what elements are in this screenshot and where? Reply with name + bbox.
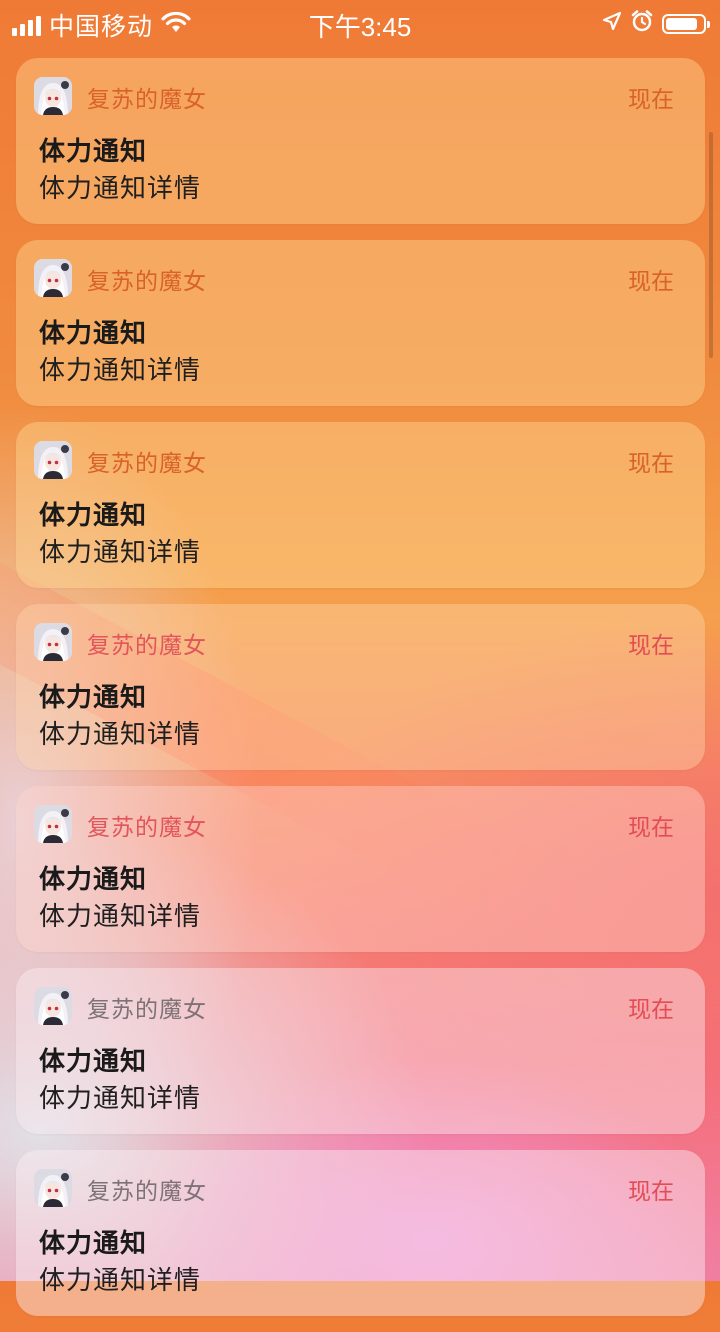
notification-card[interactable]: 复苏的魔女 现在 体力通知 体力通知详情 — [16, 968, 705, 1134]
status-right — [602, 9, 710, 38]
status-bar: 中国移动 下午3:45 — [0, 0, 720, 46]
alarm-clock-icon — [630, 9, 654, 38]
notification-body: 体力通知详情 — [39, 538, 202, 568]
notification-body: 体力通知详情 — [39, 720, 202, 750]
notification-time: 现在 — [628, 1179, 674, 1205]
notification-time: 现在 — [628, 269, 674, 295]
app-name: 复苏的魔女 — [87, 451, 207, 477]
app-name: 复苏的魔女 — [87, 997, 207, 1023]
notification-list: 复苏的魔女 现在 体力通知 体力通知详情 复苏的魔女 现在 体力通知 体力通知详… — [16, 58, 705, 1332]
notification-card[interactable]: 复苏的魔女 现在 体力通知 体力通知详情 — [16, 422, 705, 588]
notification-body: 体力通知详情 — [39, 1266, 202, 1296]
notification-card[interactable]: 复苏的魔女 现在 体力通知 体力通知详情 — [16, 786, 705, 952]
notification-body: 体力通知详情 — [39, 356, 202, 386]
notification-title: 体力通知 — [39, 865, 148, 895]
notification-card[interactable]: 复苏的魔女 现在 体力通知 体力通知详情 — [16, 58, 705, 224]
app-name: 复苏的魔女 — [87, 269, 207, 295]
app-name: 复苏的魔女 — [87, 633, 207, 659]
notification-title: 体力通知 — [39, 1229, 148, 1259]
notification-body: 体力通知详情 — [39, 902, 202, 932]
notification-title: 体力通知 — [39, 319, 148, 349]
app-icon — [34, 623, 72, 661]
notification-title: 体力通知 — [39, 501, 148, 531]
notification-time: 现在 — [628, 451, 674, 477]
app-icon — [34, 1169, 72, 1207]
notification-time: 现在 — [628, 87, 674, 113]
notification-time: 现在 — [628, 815, 674, 841]
app-name: 复苏的魔女 — [87, 87, 207, 113]
notification-card[interactable]: 复苏的魔女 现在 体力通知 体力通知详情 — [16, 604, 705, 770]
notification-card[interactable]: 复苏的魔女 现在 体力通知 体力通知详情 — [16, 240, 705, 406]
notification-card[interactable]: 复苏的魔女 现在 体力通知 体力通知详情 — [16, 1150, 705, 1316]
location-arrow-icon — [602, 11, 622, 36]
notification-title: 体力通知 — [39, 137, 148, 167]
app-name: 复苏的魔女 — [87, 1179, 207, 1205]
battery-level-fill — [666, 17, 697, 30]
app-icon — [34, 987, 72, 1025]
notification-time: 现在 — [628, 633, 674, 659]
app-name: 复苏的魔女 — [87, 815, 207, 841]
battery-icon — [662, 13, 710, 34]
notification-body: 体力通知详情 — [39, 1084, 202, 1114]
app-icon — [34, 77, 72, 115]
app-icon — [34, 259, 72, 297]
scroll-indicator[interactable] — [709, 132, 713, 358]
app-icon — [34, 441, 72, 479]
app-icon — [34, 805, 72, 843]
notification-time: 现在 — [628, 997, 674, 1023]
notification-body: 体力通知详情 — [39, 174, 202, 204]
notification-title: 体力通知 — [39, 1047, 148, 1077]
notification-title: 体力通知 — [39, 683, 148, 713]
